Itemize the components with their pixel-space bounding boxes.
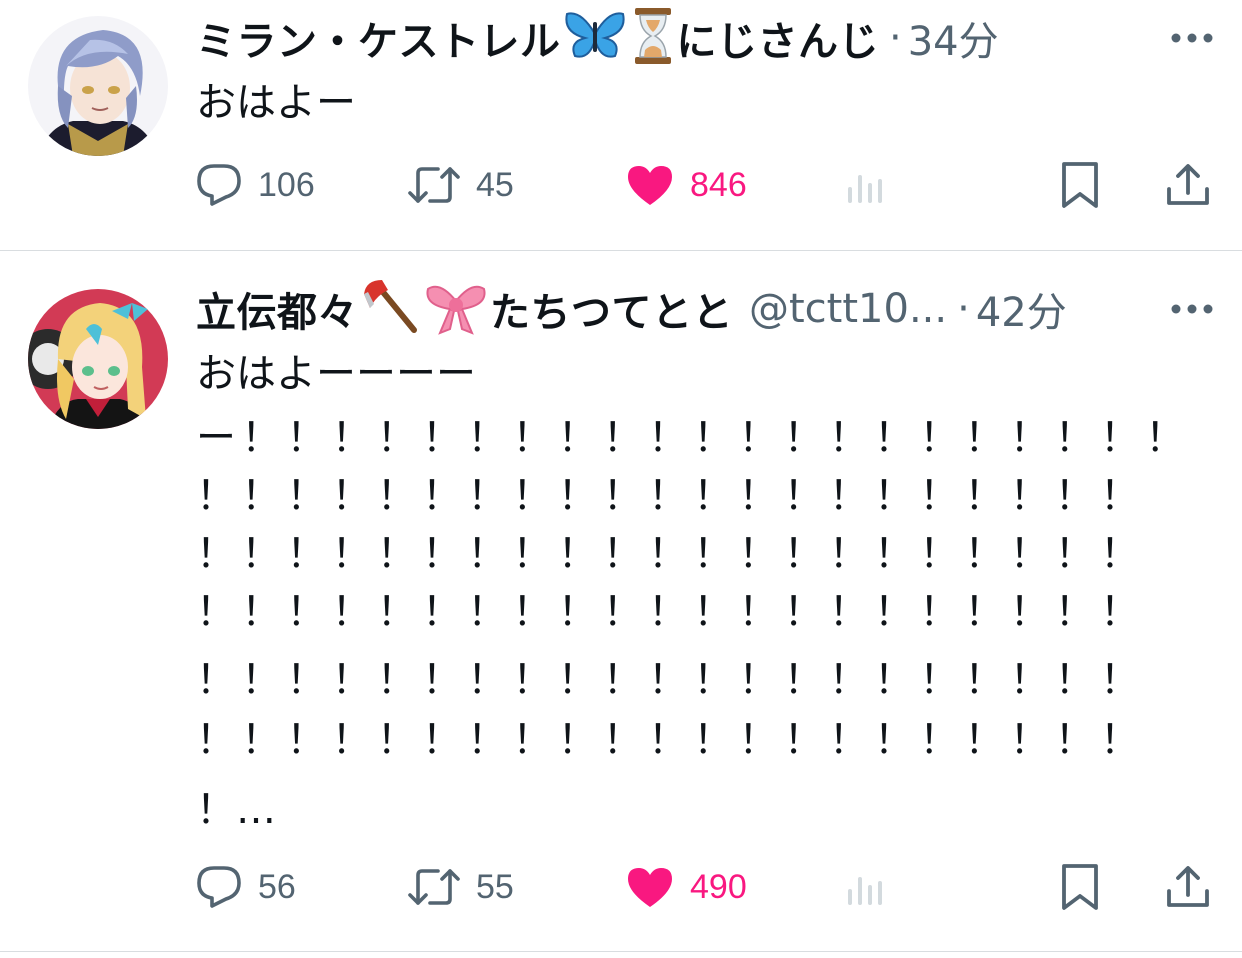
analytics-icon xyxy=(848,877,882,905)
more-options-icon[interactable] xyxy=(1170,28,1214,48)
retweet-icon xyxy=(408,869,460,905)
timestamp[interactable]: 42分 xyxy=(976,280,1067,338)
tweet[interactable]: ミラン・ケストレル にじさんじ · 34分 おはよー 106 45 846 xyxy=(0,0,1242,250)
author-affiliation: にじさんじ xyxy=(676,19,879,65)
tweet-text-line: ！！！！！！！！！！！！！！！！！！！！！ xyxy=(196,589,1146,635)
author-name[interactable]: 立伝都々 xyxy=(196,280,358,338)
author-name[interactable]: ミラン・ケストレル xyxy=(196,9,561,67)
avatar[interactable] xyxy=(28,289,168,429)
heart-icon xyxy=(628,166,672,205)
like-button[interactable]: 846 xyxy=(626,155,747,215)
tweet-text-line: ！… xyxy=(196,787,276,833)
heart-icon xyxy=(628,868,672,907)
retweet-count: 45 xyxy=(476,165,514,204)
tweet-text-line: ！！！！！！！！！！！！！！！！！！！！！ xyxy=(196,473,1146,519)
tweet-text-line: おはよーーーー xyxy=(196,351,476,397)
separator-dot: · xyxy=(957,286,970,332)
hourglass-icon xyxy=(631,6,675,70)
tweet-text-line: ！！！！！！！！！！！！！！！！！！！！！ xyxy=(196,717,1146,763)
like-count: 490 xyxy=(690,867,747,906)
retweet-button[interactable]: 55 xyxy=(408,857,514,917)
bookmark-icon xyxy=(1062,864,1098,910)
reply-button[interactable]: 106 xyxy=(196,155,315,215)
avatar[interactable] xyxy=(28,16,168,156)
retweet-icon xyxy=(408,167,460,203)
like-count: 846 xyxy=(690,165,747,204)
bookmark-icon xyxy=(1062,162,1098,208)
bookmark-button[interactable] xyxy=(1060,857,1100,917)
analytics-icon xyxy=(848,175,882,203)
tweet-divider xyxy=(0,951,1242,952)
share-button[interactable] xyxy=(1166,857,1210,917)
more-options-icon[interactable] xyxy=(1170,299,1214,319)
tweet-text-line: ！！！！！！！！！！！！！！！！！！！！！ xyxy=(196,657,1146,703)
share-button[interactable] xyxy=(1166,155,1210,215)
share-icon xyxy=(1167,866,1209,907)
timestamp[interactable]: 34分 xyxy=(908,9,999,67)
butterfly-icon xyxy=(563,8,627,68)
tweet-header: 立伝都々 たちつてとと @tctt10... · 42分 xyxy=(196,279,1212,339)
tweet-text-line: ！！！！！！！！！！！！！！！！！！！！！ xyxy=(196,531,1146,577)
tweet-header: ミラン・ケストレル にじさんじ · 34分 xyxy=(196,8,1212,68)
tweet[interactable]: 立伝都々 たちつてとと @tctt10... · 42分 おはよーーーー ー！！… xyxy=(0,251,1242,951)
like-button[interactable]: 490 xyxy=(626,857,747,917)
author-handle[interactable]: @tctt10... xyxy=(749,286,947,332)
reply-icon xyxy=(197,866,241,908)
separator-dot: · xyxy=(889,15,902,61)
views-button[interactable] xyxy=(846,155,884,215)
views-button[interactable] xyxy=(846,857,884,917)
tweet-actions: 106 45 846 xyxy=(0,155,1242,215)
tweet-actions: 56 55 490 xyxy=(0,857,1242,917)
ribbon-icon xyxy=(424,279,488,339)
reply-count: 106 xyxy=(258,165,315,204)
retweet-count: 55 xyxy=(476,867,514,906)
retweet-button[interactable]: 45 xyxy=(408,155,514,215)
tweet-text: おはよー xyxy=(196,80,356,126)
share-icon xyxy=(1167,164,1209,205)
reply-icon xyxy=(197,164,241,206)
reply-button[interactable]: 56 xyxy=(196,857,296,917)
author-display-suffix: たちつてとと xyxy=(490,290,733,336)
tweet-text-line: ー！！！！！！！！！！！！！！！！！！！！！ xyxy=(196,415,1191,461)
reply-count: 56 xyxy=(258,867,296,906)
axe-icon xyxy=(360,278,420,340)
bookmark-button[interactable] xyxy=(1060,155,1100,215)
